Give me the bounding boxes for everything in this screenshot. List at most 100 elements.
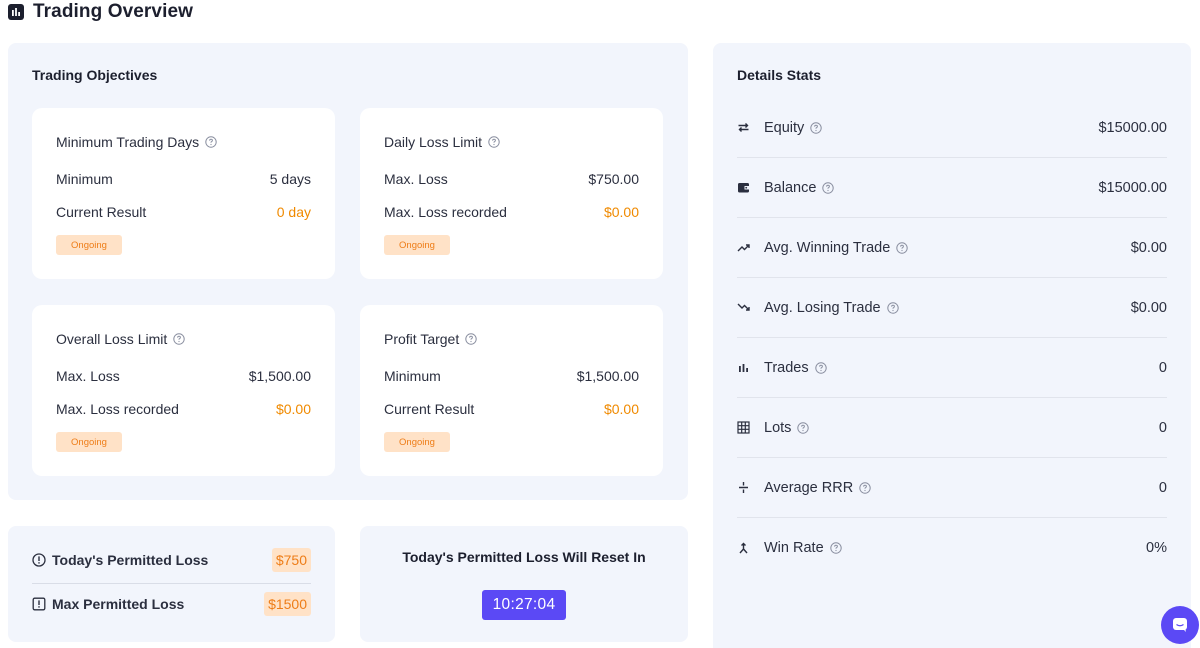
help-icon[interactable] xyxy=(829,542,842,554)
stat-row-equity: Equity $15000.00 xyxy=(737,98,1167,158)
row-label: Current Result xyxy=(384,401,475,417)
todays-permitted-loss-row: Today's Permitted Loss $750 xyxy=(32,548,311,572)
help-icon[interactable] xyxy=(896,241,908,254)
status-badge: Ongoing xyxy=(56,235,122,255)
alert-square-icon xyxy=(32,597,46,611)
stat-value: $0.00 xyxy=(1130,239,1167,256)
divider xyxy=(32,583,311,584)
help-icon[interactable] xyxy=(859,481,871,494)
wallet-icon xyxy=(737,181,750,194)
card-title: Minimum Trading Days xyxy=(56,134,217,150)
limit-label: Today's Permitted Loss xyxy=(32,552,208,568)
help-icon[interactable] xyxy=(822,181,835,194)
card-title-text: Profit Target xyxy=(384,331,460,347)
chat-launcher-button[interactable] xyxy=(1161,606,1199,644)
status-badge: Ongoing xyxy=(384,235,450,255)
card-row: Minimum $1,500.00 xyxy=(384,368,639,384)
card-row: Current Result $0.00 xyxy=(384,401,639,417)
row-label: Max. Loss xyxy=(56,368,120,384)
daily-loss-limit-card: Daily Loss Limit Max. Loss $750.00 Max. L… xyxy=(360,108,663,279)
help-icon[interactable] xyxy=(205,136,217,148)
card-row: Current Result 0 day xyxy=(56,204,311,220)
row-value: $0.00 xyxy=(603,401,639,417)
bar-chart-icon xyxy=(737,361,750,374)
limit-label: Max Permitted Loss xyxy=(32,596,184,612)
overall-loss-limit-card: Overall Loss Limit Max. Loss $1,500.00 Ma… xyxy=(32,305,335,476)
status-badge: Ongoing xyxy=(384,432,450,452)
stat-row-lots: Lots 0 xyxy=(737,398,1167,458)
card-row: Max. Loss recorded $0.00 xyxy=(56,401,311,417)
card-title-text: Daily Loss Limit xyxy=(384,134,483,150)
reset-countdown-panel: Today's Permitted Loss Will Reset In 10:… xyxy=(360,526,688,642)
row-value: $0.00 xyxy=(603,204,639,220)
card-row: Minimum 5 days xyxy=(56,171,311,187)
stat-label: Avg. Losing Trade xyxy=(764,299,881,316)
card-title-text: Overall Loss Limit xyxy=(56,331,168,347)
help-icon[interactable] xyxy=(488,136,500,148)
trading-objectives-title: Trading Objectives xyxy=(32,67,158,83)
row-label: Minimum xyxy=(56,171,113,187)
alert-circle-icon xyxy=(32,553,46,567)
row-label: Current Result xyxy=(56,204,147,220)
stat-value: $15000.00 xyxy=(1098,179,1167,196)
limit-value: $1500 xyxy=(264,592,311,616)
details-stats-title: Details Stats xyxy=(737,67,822,83)
divide-icon xyxy=(737,481,750,494)
permitted-loss-panel: Today's Permitted Loss $750 Max Permitte… xyxy=(8,526,335,642)
limit-label-text: Max Permitted Loss xyxy=(52,596,185,612)
row-label: Max. Loss xyxy=(384,171,448,187)
bar-chart-icon xyxy=(8,4,24,20)
stat-label: Lots xyxy=(764,419,792,436)
card-title-text: Minimum Trading Days xyxy=(56,134,200,150)
help-icon[interactable] xyxy=(814,361,827,374)
limit-value: $750 xyxy=(271,548,311,572)
stat-label: Trades xyxy=(764,359,809,376)
max-permitted-loss-row: Max Permitted Loss $1500 xyxy=(32,592,311,616)
row-label: Max. Loss recorded xyxy=(56,401,179,417)
card-title: Overall Loss Limit xyxy=(56,331,185,347)
stat-row-trades: Trades 0 xyxy=(737,338,1167,398)
row-value: 0 day xyxy=(276,204,311,220)
trading-objectives-panel: Trading Objectives Minimum Trading Days … xyxy=(8,43,688,500)
profit-target-card: Profit Target Minimum $1,500.00 Current R… xyxy=(360,305,663,476)
stat-value: 0 xyxy=(1158,419,1167,436)
help-icon[interactable] xyxy=(886,301,899,314)
stat-row-win-rate: Win Rate 0% xyxy=(737,518,1167,578)
page-header: Trading Overview xyxy=(8,0,193,24)
card-title: Profit Target xyxy=(384,331,477,347)
row-value: $0.00 xyxy=(275,401,311,417)
row-value: $1,500.00 xyxy=(576,368,639,384)
limit-label-text: Today's Permitted Loss xyxy=(52,552,209,568)
stat-value: 0 xyxy=(1158,359,1167,376)
minimum-trading-days-card: Minimum Trading Days Minimum 5 days Curre… xyxy=(32,108,335,279)
countdown-timer: 10:27:04 xyxy=(482,590,566,620)
help-icon[interactable] xyxy=(173,333,185,345)
stat-row-avg-losing-trade: Avg. Losing Trade $0.00 xyxy=(737,278,1167,338)
trending-down-icon xyxy=(737,301,750,314)
stat-label: Balance xyxy=(764,179,817,196)
stat-row-average-rrr: Average RRR 0 xyxy=(737,458,1167,518)
stat-label: Win Rate xyxy=(764,540,824,556)
stat-label: Equity xyxy=(764,119,805,136)
help-icon[interactable] xyxy=(465,333,477,345)
merge-icon xyxy=(737,542,750,555)
card-title: Daily Loss Limit xyxy=(384,134,500,150)
stat-value: 0% xyxy=(1146,540,1167,556)
card-row: Max. Loss $1,500.00 xyxy=(56,368,311,384)
stat-label: Average RRR xyxy=(764,479,854,496)
chat-icon xyxy=(1171,616,1189,634)
reset-title: Today's Permitted Loss Will Reset In xyxy=(402,549,646,565)
row-value: $1,500.00 xyxy=(248,368,311,384)
row-value: 5 days xyxy=(269,171,311,187)
stat-value: $15000.00 xyxy=(1098,119,1167,136)
row-label: Max. Loss recorded xyxy=(384,204,507,220)
details-stats-panel: Details Stats Equity $15000.00 Balance $… xyxy=(713,43,1191,648)
status-badge: Ongoing xyxy=(56,432,122,452)
grid-icon xyxy=(737,421,750,434)
help-icon[interactable] xyxy=(797,421,810,434)
card-row: Max. Loss recorded $0.00 xyxy=(384,204,639,220)
stat-value: 0 xyxy=(1158,479,1167,496)
row-label: Minimum xyxy=(384,368,441,384)
stat-row-avg-winning-trade: Avg. Winning Trade $0.00 xyxy=(737,218,1167,278)
help-icon[interactable] xyxy=(810,121,823,134)
